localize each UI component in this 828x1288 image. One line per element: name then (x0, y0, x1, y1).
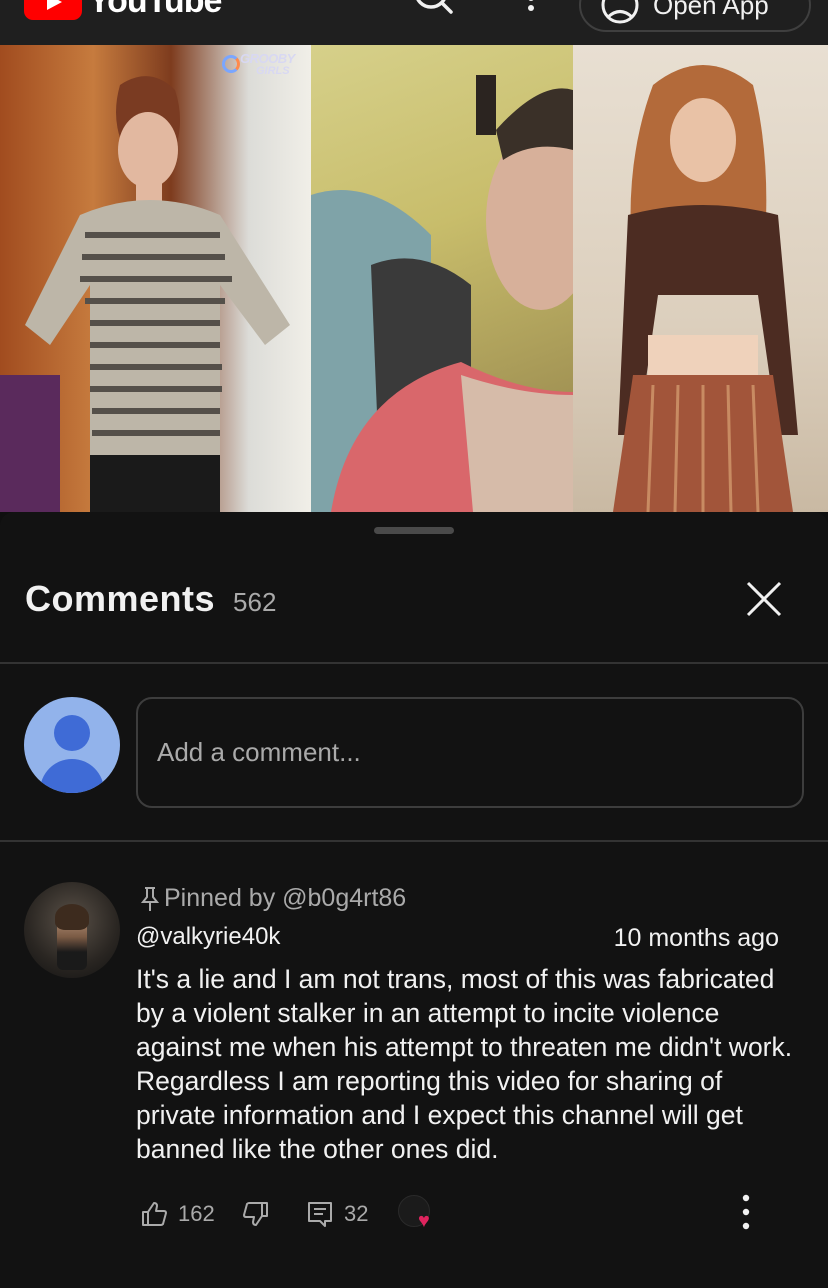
video-frame-middle (311, 45, 596, 512)
video-frame-left: GROOBY GIRLS (0, 45, 311, 512)
youtube-play-icon (24, 0, 82, 20)
comment-author[interactable]: @valkyrie40k (136, 923, 280, 951)
comments-title: Comments (25, 578, 216, 619)
close-icon[interactable] (741, 576, 787, 622)
creator-heart-badge: ♥ (398, 1195, 438, 1235)
video-frame-right (573, 45, 828, 512)
user-avatar (24, 697, 120, 793)
pin-icon (140, 886, 160, 911)
divider (0, 662, 828, 664)
more-vert-icon[interactable] (736, 1192, 756, 1232)
avatar-head-icon (54, 715, 90, 751)
dislike-button[interactable] (242, 1200, 270, 1228)
person-figure-middle (311, 75, 596, 512)
youtube-logo[interactable]: YouTube (24, 0, 222, 21)
pinned-text: Pinned by @b0g4rt86 (164, 884, 407, 912)
reply-count: 32 (344, 1201, 369, 1226)
account-icon (601, 0, 639, 24)
comments-header: Comments 562 (25, 578, 276, 620)
person-figure-right (613, 65, 798, 512)
search-icon[interactable] (413, 0, 453, 16)
thumb-down-icon (243, 1202, 268, 1226)
open-app-button[interactable]: Open App (579, 0, 811, 32)
divider (0, 840, 828, 842)
like-button[interactable]: 162 (140, 1200, 215, 1228)
youtube-logo-text: YouTube (88, 0, 222, 20)
thumb-up-icon (142, 1202, 167, 1226)
like-count: 162 (178, 1201, 215, 1226)
comment-text: It's a lie and I am not trans, most of t… (136, 964, 793, 1164)
comment-actions: 162 32 ♥ (140, 1194, 760, 1232)
top-app-bar: YouTube Open App (0, 0, 828, 45)
reply-button[interactable]: 32 (306, 1200, 368, 1228)
drag-handle[interactable] (374, 527, 454, 534)
comment-timestamp: 10 months ago (613, 924, 779, 952)
creator-heart-icon: ♥ (418, 1210, 430, 1232)
open-app-label: Open App (653, 0, 769, 20)
avatar-hair (55, 904, 89, 930)
add-comment-box[interactable] (136, 697, 804, 808)
comment-input[interactable] (157, 737, 802, 768)
video-player[interactable]: GROOBY GIRLS (0, 45, 828, 512)
watermark-text-1: GROOBY (240, 51, 295, 66)
person-figure-left (0, 76, 290, 512)
pinned-label: Pinned by @b0g4rt86 (140, 884, 406, 913)
commenter-avatar[interactable] (24, 882, 120, 978)
comments-panel: Comments 562 Pinned by @b0g4rt86 @valkyr… (0, 512, 828, 1288)
reply-icon (308, 1202, 332, 1227)
watermark-g-icon (222, 55, 240, 73)
watermark-logo: GROOBY GIRLS (222, 51, 312, 85)
watermark-text-2: GIRLS (256, 65, 290, 77)
avatar-body-icon (40, 759, 104, 793)
more-vert-icon[interactable] (527, 0, 535, 12)
comments-count: 562 (233, 587, 277, 617)
